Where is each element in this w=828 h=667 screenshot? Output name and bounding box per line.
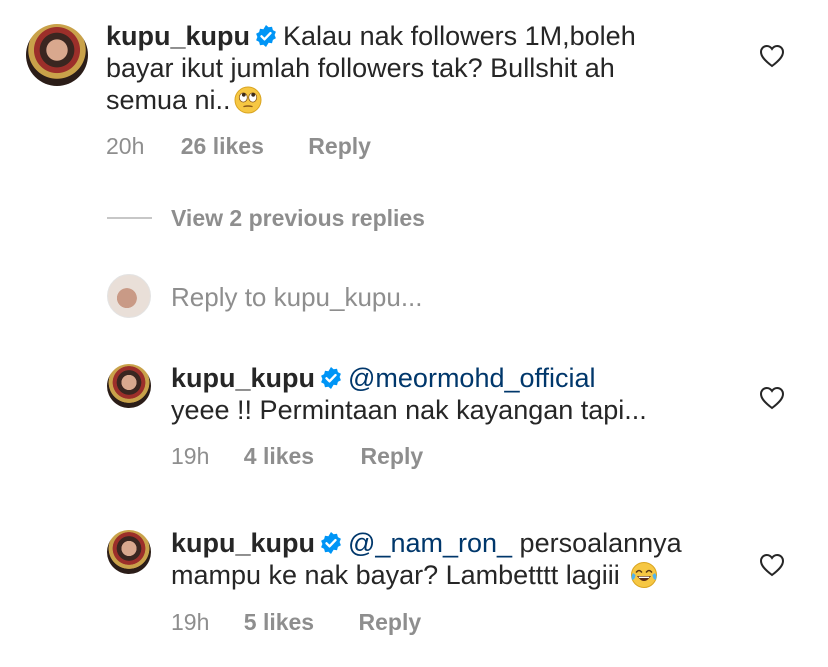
reply-line-1: kupu_kupu @_nam_ron_ persoalannya <box>171 527 751 559</box>
reply-line-1: kupu_kupu @meormohd_official <box>171 362 751 394</box>
comment-line-3: semua ni.. <box>106 84 666 116</box>
reply-body: kupu_kupu @_nam_ron_ persoalannya mampu k… <box>171 527 751 591</box>
like-heart-icon[interactable] <box>759 44 785 68</box>
verified-badge-icon <box>321 367 341 389</box>
view-replies-divider <box>107 217 152 219</box>
comment-likes[interactable]: 26 likes <box>181 133 264 159</box>
like-heart-icon[interactable] <box>759 386 785 410</box>
reply-text: yeee !! Permintaan nak kayangan tapi... <box>171 395 647 425</box>
reply-mention[interactable]: @_nam_ron_ <box>348 528 512 558</box>
reply-mention[interactable]: @meormohd_official <box>348 363 596 393</box>
like-heart-icon[interactable] <box>759 553 785 577</box>
reply-likes[interactable]: 5 likes <box>244 609 314 635</box>
rolling-eyes-emoji-icon <box>234 86 262 114</box>
comment-username[interactable]: kupu_kupu <box>106 21 250 51</box>
reply-line-2: mampu ke nak bayar? Lambetttt lagiii <box>171 559 751 591</box>
reply-text-1: persoalannya <box>519 528 682 558</box>
comment-time[interactable]: 20h <box>106 133 144 159</box>
tears-of-joy-emoji-icon <box>631 562 658 588</box>
comment-line-1: kupu_kupu Kalau nak followers 1M,boleh <box>106 20 666 52</box>
comment-text-1: Kalau nak followers 1M,boleh <box>283 21 636 51</box>
reply-likes[interactable]: 4 likes <box>244 443 314 469</box>
reply-avatar[interactable] <box>107 364 151 408</box>
comment-body: kupu_kupu Kalau nak followers 1M,boleh ba… <box>106 20 666 116</box>
reply-username[interactable]: kupu_kupu <box>171 363 315 393</box>
reply-time[interactable]: 19h <box>171 443 209 469</box>
comment-meta: 20h 26 likes Reply <box>106 133 371 160</box>
reply-body: kupu_kupu @meormohd_official yeee !! Perm… <box>171 362 751 426</box>
verified-badge-icon <box>256 25 276 47</box>
reply-meta: 19h 4 likes Reply <box>171 443 423 470</box>
verified-badge-icon <box>321 532 341 554</box>
comment-text-3: semua ni.. <box>106 85 231 115</box>
view-previous-replies-button[interactable]: View 2 previous replies <box>171 205 425 232</box>
reply-reply-button[interactable]: Reply <box>359 609 422 635</box>
reply-text-2: mampu ke nak bayar? Lambetttt lagiii <box>171 560 620 590</box>
reply-avatar[interactable] <box>107 530 151 574</box>
current-user-avatar <box>107 274 151 318</box>
avatar[interactable] <box>26 24 88 86</box>
reply-username[interactable]: kupu_kupu <box>171 528 315 558</box>
reply-meta: 19h 5 likes Reply <box>171 609 421 636</box>
comment-text-2: bayar ikut jumlah followers tak? Bullshi… <box>106 53 615 83</box>
comment-reply-button[interactable]: Reply <box>308 133 371 159</box>
reply-reply-button[interactable]: Reply <box>361 443 424 469</box>
reply-time[interactable]: 19h <box>171 609 209 635</box>
reply-input[interactable] <box>171 280 731 314</box>
